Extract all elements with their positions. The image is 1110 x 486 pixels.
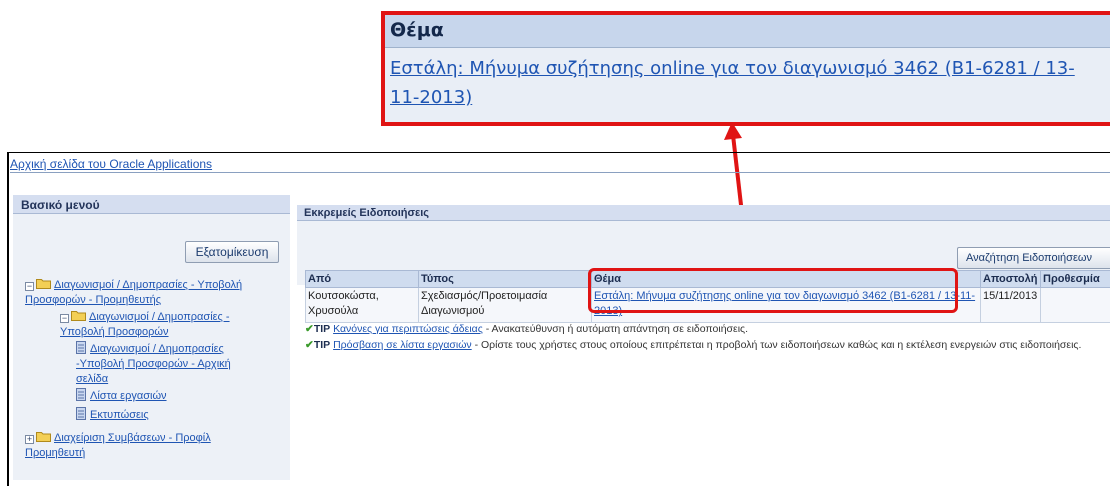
zoom-callout: Θέμα Εστάλη: Μήνυμα συζήτησης online για… [381,11,1110,126]
table-header-row: Από Τύπος Θέμα Αποστολή ▼ Προθεσμία [305,270,1110,288]
notifications-table: Από Τύπος Θέμα Αποστολή ▼ Προθεσμία Κουτ… [305,270,1110,323]
cell-sent: 15/11/2013 [980,287,1041,323]
tree-item-label[interactable]: Διαχείριση Συμβάσεων - Προφίλ [54,432,211,444]
tree-item-label[interactable]: Διαγωνισμοί / Δημοπρασίες - [89,311,230,323]
tip-vacation-rules: ✔TIP Κανόνες για περιπτώσεις άδειας - Αν… [305,323,748,336]
check-icon: ✔ [305,339,314,351]
tree-item-tenders-submission[interactable]: − Διαγωνισμοί / Δημοπρασίες - Υποβολή Προ… [60,310,270,340]
tree-item-contract-management[interactable]: + Διαχείριση Συμβάσεων - Προφίλ Προμηθευτ… [25,431,265,461]
search-notifications-button[interactable]: Αναζήτηση Ειδοποιήσεων [957,247,1110,269]
tree-item-label-cont[interactable]: Προμηθευτή [25,447,85,459]
column-type[interactable]: Τύπος [418,270,592,288]
table-row: Κουτσοκώστα, Χρυσούλα Σχεδιασμός/Προετοι… [305,287,1110,323]
title-divider [10,172,1110,173]
notification-subject-link[interactable]: Εστάλη: Μήνυμα συζήτησης online για τον … [594,290,975,317]
tree-item-printouts[interactable]: Εκτυπώσεις [76,407,266,423]
notifications-header: Εκκρεμείς Ειδοποιήσεις [297,205,1110,221]
tip-text: - Ορίστε τους χρήστες στους οποίους επιτ… [471,339,1082,351]
tree-item-label[interactable]: Εκτυπώσεις [90,409,149,421]
tree-item-label-cont[interactable]: σελίδα [76,373,108,385]
main-menu-header: Βασικό μενού [13,195,290,214]
collapse-icon[interactable]: − [25,282,34,291]
folder-icon [36,279,51,289]
column-sent[interactable]: Αποστολή ▼ [980,270,1041,288]
main-menu-region: Βασικό μενού Εξατομίκευση − Διαγωνισμοί /… [13,195,290,480]
tree-item-tenders-supplier[interactable]: − Διαγωνισμοί / Δημοπρασίες - Υποβολή Προ… [25,278,265,308]
document-icon [76,341,86,354]
column-sent-label[interactable]: Αποστολή [983,273,1037,285]
collapse-icon[interactable]: − [60,314,69,323]
callout-subject-link[interactable]: Εστάλη: Μήνυμα συζήτησης online για τον … [385,48,1090,112]
tip-label: TIP [313,323,331,335]
tree-item-label-cont[interactable]: -Υποβολή Προσφορών - Αρχική [76,358,231,370]
tree-item-tenders-home[interactable]: Διαγωνισμοί / Δημοπρασίες -Υποβολή Προσφ… [76,341,266,387]
document-icon [76,407,86,420]
vacation-rules-link[interactable]: Κανόνες για περιπτώσεις άδειας [333,323,483,335]
folder-icon [36,432,51,442]
cell-due [1040,287,1110,323]
document-icon [76,388,86,401]
folder-icon [71,311,86,321]
callout-subject-header: Θέμα [385,15,1110,48]
page-title[interactable]: Αρχική σελίδα του Oracle Applications [10,157,212,171]
cell-type: Σχεδιασμός/Προετοιμασία Διαγωνισμού [418,287,592,323]
check-icon: ✔ [305,323,314,335]
column-due[interactable]: Προθεσμία [1040,270,1110,288]
tip-text: - Ανακατεύθυνση ή αυτόματη απάντηση σε ε… [482,323,749,335]
tree-item-label[interactable]: Διαγωνισμοί / Δημοπρασίες [90,343,224,355]
cell-from: Κουτσοκώστα, Χρυσούλα [305,287,419,323]
tip-label: TIP [313,339,331,351]
column-subject[interactable]: Θέμα [591,270,981,288]
worklist-access-link[interactable]: Πρόσβαση σε λίστα εργασιών [333,339,472,351]
cell-subject: Εστάλη: Μήνυμα συζήτησης online για τον … [591,287,981,323]
tip-worklist-access: ✔TIP Πρόσβαση σε λίστα εργασιών - Ορίστε… [305,339,1081,352]
personalize-button[interactable]: Εξατομίκευση [185,241,279,263]
tree-item-worklist[interactable]: Λίστα εργασιών [76,388,266,404]
tree-item-label[interactable]: Διαγωνισμοί / Δημοπρασίες - Υποβολή [54,279,242,291]
tree-item-label-cont[interactable]: Προσφορών - Προμηθευτής [25,294,161,306]
column-from[interactable]: Από [305,270,419,288]
tree-item-label-cont[interactable]: Υποβολή Προσφορών [60,326,169,338]
tree-item-label[interactable]: Λίστα εργασιών [90,390,167,402]
expand-icon[interactable]: + [25,435,34,444]
